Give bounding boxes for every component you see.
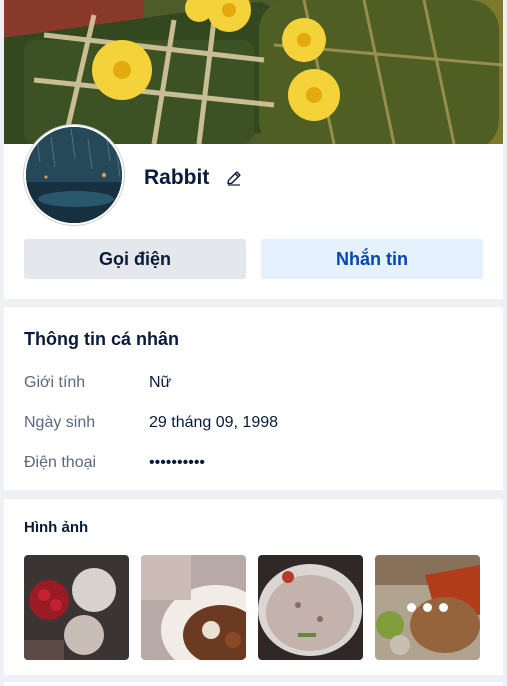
- name-row: Rabbit: [144, 166, 243, 190]
- avatar[interactable]: [24, 125, 124, 225]
- birthday-value: 29 tháng 09, 1998: [149, 414, 279, 431]
- photos-title: Hình ảnh: [24, 519, 89, 536]
- photo-thumbnail[interactable]: [141, 555, 246, 660]
- phone-row: Điện thoại ••••••••••: [24, 452, 205, 474]
- birthday-row: Ngày sinh 29 tháng 09, 1998: [24, 412, 278, 434]
- photo-thumbnail-more[interactable]: [375, 555, 480, 660]
- next-section-edge: [4, 682, 503, 686]
- photos-section: Hình ảnh: [4, 499, 503, 675]
- gender-row: Giới tính Nữ: [24, 372, 171, 394]
- gender-label: Giới tính: [24, 374, 86, 391]
- birthday-label: Ngày sinh: [24, 414, 96, 431]
- personal-info-section: Thông tin cá nhân Giới tính Nữ Ngày sinh…: [4, 307, 503, 490]
- profile-header: Rabbit Gọi điện Nhắn tin: [4, 125, 503, 299]
- profile-name: Rabbit: [144, 166, 210, 189]
- message-button[interactable]: Nhắn tin: [261, 239, 483, 279]
- more-dots-icon[interactable]: [375, 555, 480, 660]
- gender-value: Nữ: [149, 374, 172, 391]
- call-button[interactable]: Gọi điện: [24, 239, 246, 279]
- photo-thumbnail[interactable]: [24, 555, 129, 660]
- cover-photo[interactable]: [4, 0, 503, 144]
- photo-thumbnail[interactable]: [258, 555, 363, 660]
- personal-info-title: Thông tin cá nhân: [24, 329, 179, 349]
- phone-label: Điện thoại: [24, 454, 97, 471]
- phone-value: ••••••••••: [149, 454, 206, 471]
- pencil-icon[interactable]: [225, 169, 243, 187]
